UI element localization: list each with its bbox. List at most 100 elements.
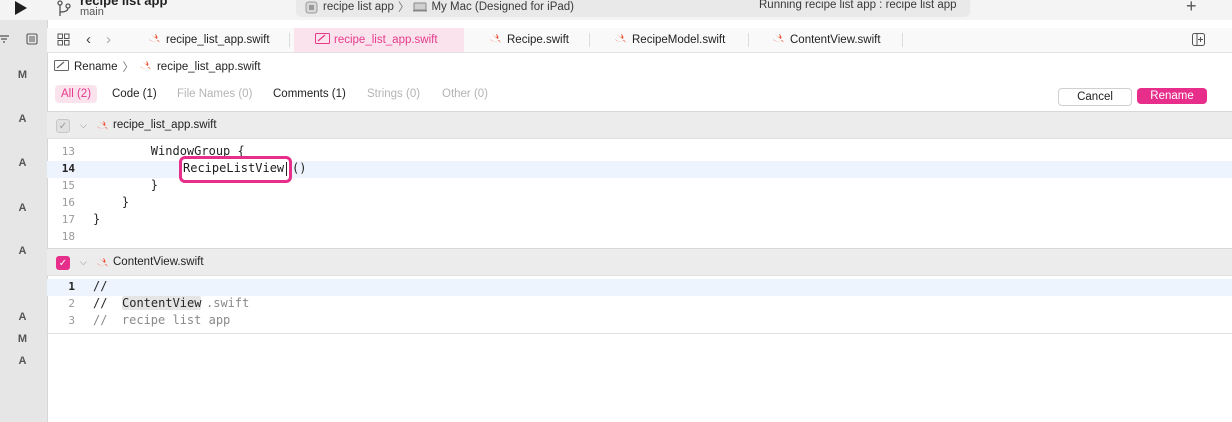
app-icon	[305, 1, 318, 13]
file-name: recipe_list_app.swift	[113, 119, 217, 131]
tab-label: recipe_list_app.swift	[334, 34, 438, 46]
file-header	[47, 111, 1232, 139]
filter-icon[interactable]	[0, 33, 10, 45]
chevron-down-icon[interactable]: ⌵	[80, 120, 87, 131]
forward-button[interactable]: ›	[106, 31, 111, 48]
include-file-checkbox[interactable]: ✓	[56, 119, 70, 133]
code-line-current: 1 //	[47, 279, 1232, 296]
tab-label: recipe_list_app.swift	[166, 34, 270, 46]
file-name: ContentView.swift	[113, 256, 204, 268]
tab-label: ContentView.swift	[790, 34, 881, 46]
line-number: 13	[61, 145, 75, 158]
status-letter: A	[18, 245, 27, 257]
chevron-down-icon[interactable]: ⌵	[80, 257, 87, 268]
rename-button[interactable]: Rename	[1137, 88, 1207, 104]
file-header	[47, 248, 1232, 276]
swift-icon	[148, 33, 160, 47]
status-letter: A	[18, 202, 27, 214]
swift-icon	[772, 33, 784, 47]
breadcrumb: Rename 〉 recipe_list_app.swift	[54, 60, 261, 74]
tab-recipe[interactable]: Recipe.swift	[489, 28, 569, 52]
chevron-right-icon: 〉	[122, 62, 134, 74]
filter-strings[interactable]: Strings (0)	[361, 85, 426, 103]
add-icon[interactable]: +	[1186, 0, 1197, 17]
code-line-current: 14 RecipeListView ()	[47, 156, 1232, 183]
status-letter: A	[18, 113, 27, 125]
tab-divider	[748, 33, 749, 47]
tab-rename-active[interactable]: recipe_list_app.swift	[294, 28, 464, 52]
code-text: //	[93, 279, 108, 293]
tab-divider	[589, 33, 590, 47]
code-text: }	[93, 212, 101, 226]
status-letter: M	[17, 333, 28, 345]
code-line: 16 }	[47, 195, 1232, 212]
branch-icon	[56, 0, 72, 18]
rename-token[interactable]: ContentView	[122, 296, 202, 310]
status-letter: A	[18, 157, 27, 169]
checkmark-icon: ✓	[56, 119, 70, 133]
swift-icon	[489, 33, 501, 47]
line-number: 3	[68, 314, 75, 327]
tab-recipe-list-app[interactable]: recipe_list_app.swift	[148, 28, 270, 52]
tab-divider	[902, 33, 903, 47]
grid-icon[interactable]	[57, 33, 70, 46]
cancel-button[interactable]: Cancel	[1058, 88, 1132, 106]
line-number: 1	[68, 280, 75, 293]
rename-icon	[54, 60, 69, 74]
code-text: .swift	[206, 296, 250, 310]
tab-label: RecipeModel.swift	[632, 34, 726, 46]
swift-icon	[139, 60, 151, 74]
scheme-name: recipe list app	[323, 1, 394, 13]
code-line: 15 }	[47, 178, 1232, 195]
code-line: 3 // recipe list app	[47, 313, 1232, 330]
filter-other[interactable]: Other (0)	[436, 85, 494, 103]
breadcrumb-rename[interactable]: Rename	[74, 61, 117, 73]
code-text: //	[93, 296, 122, 310]
branch-name: main	[80, 6, 104, 18]
line-number: 2	[68, 297, 75, 310]
line-number: 15	[61, 179, 75, 192]
rename-token[interactable]: RecipeListView	[183, 161, 284, 175]
code-line: 2 // ContentView .swift	[47, 296, 1232, 313]
chevron-right-icon: 〉	[397, 2, 410, 14]
add-editor-icon[interactable]	[1192, 33, 1205, 46]
code-text: // recipe list app	[93, 313, 231, 327]
tab-recipe-model[interactable]: RecipeModel.swift	[614, 28, 725, 52]
line-number: 17	[61, 213, 75, 226]
chevron-right-icon: ›	[106, 31, 111, 48]
filter-comments[interactable]: Comments (1)	[267, 85, 352, 103]
status-letter: A	[18, 355, 27, 367]
filter-file-names[interactable]: File Names (0)	[171, 85, 258, 103]
include-file-checkbox[interactable]: ✓	[56, 256, 70, 270]
chevron-left-icon: ‹	[86, 31, 91, 48]
code-line: 18	[47, 229, 1232, 246]
tab-divider	[289, 33, 290, 47]
status-letter: A	[18, 311, 27, 323]
swift-icon	[96, 120, 108, 134]
run-button[interactable]	[10, 0, 32, 18]
filter-code[interactable]: Code (1)	[106, 85, 163, 103]
breadcrumb-file[interactable]: recipe_list_app.swift	[157, 61, 261, 73]
code-text: }	[93, 178, 159, 192]
run-destination: My Mac (Designed for iPad)	[431, 1, 574, 13]
code-text: }	[93, 195, 130, 209]
list-icon[interactable]	[26, 33, 38, 45]
back-button[interactable]: ‹	[86, 31, 91, 48]
divider	[47, 333, 1232, 334]
filter-all[interactable]: All (2)	[55, 85, 98, 103]
line-number: 16	[61, 196, 75, 209]
play-icon	[15, 1, 27, 15]
run-status-text: Running recipe list app : recipe list ap…	[759, 0, 957, 11]
tab-content-view[interactable]: ContentView.swift	[772, 28, 881, 52]
rename-icon	[315, 33, 330, 47]
checkmark-icon: ✓	[56, 256, 70, 270]
scheme-selector[interactable]: recipe list app 〉 My Mac (Designed for i…	[305, 0, 574, 15]
tab-label: Recipe.swift	[507, 34, 569, 46]
code-text: ()	[292, 161, 307, 175]
status-letter: M	[17, 69, 28, 81]
swift-icon	[614, 33, 626, 47]
line-number: 14	[61, 162, 75, 175]
swift-icon	[96, 257, 108, 271]
mac-icon	[413, 2, 428, 12]
